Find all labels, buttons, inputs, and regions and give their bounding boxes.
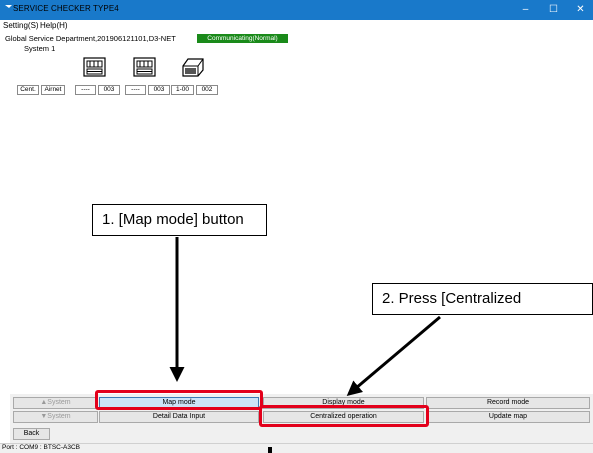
tab-cent[interactable]: Cent. xyxy=(17,85,39,95)
step2-callout: 2. Press [Centralized xyxy=(372,283,593,315)
arrow-to-centralized xyxy=(346,315,441,396)
record-mode-button[interactable]: Record mode xyxy=(426,397,590,409)
menu-help[interactable]: Help(H) xyxy=(40,21,68,30)
back-button[interactable]: Back xyxy=(13,428,50,440)
window-title: SERVICE CHECKER TYPE4 xyxy=(13,4,119,13)
update-map-button[interactable]: Update map xyxy=(426,411,590,423)
department-info: Global Service Department,201906121101,D… xyxy=(5,34,176,43)
address-box: 1-00 xyxy=(171,85,194,95)
maximize-button[interactable]: ☐ xyxy=(541,0,566,20)
menu-bar xyxy=(0,20,593,32)
detail-data-input-button[interactable]: Detail Data Input xyxy=(99,411,259,423)
indoor-unit-icon[interactable] xyxy=(82,56,107,78)
address-box: ---- xyxy=(125,85,146,95)
tab-airnet[interactable]: Airnet xyxy=(41,85,65,95)
indoor-unit-icon[interactable] xyxy=(132,56,157,78)
address-box: ---- xyxy=(75,85,96,95)
address-box: 002 xyxy=(196,85,218,95)
address-box: 003 xyxy=(98,85,120,95)
step1-callout: 1. [Map mode] button xyxy=(92,204,267,236)
map-mode-highlight xyxy=(95,390,263,410)
minimize-button[interactable]: – xyxy=(513,0,538,20)
system-up-button[interactable]: ▲System xyxy=(13,397,98,409)
app-icon xyxy=(5,5,12,8)
system-label: System 1 xyxy=(24,44,56,53)
outdoor-unit-icon[interactable] xyxy=(180,56,205,78)
address-box: 003 xyxy=(148,85,170,95)
centralized-highlight xyxy=(259,405,429,427)
port-info: Port : COM9 : BTSC-A3CB xyxy=(2,444,81,451)
menu-setting[interactable]: Setting(S) xyxy=(3,21,39,30)
communication-status-badge: Communicating(Normal) xyxy=(197,34,288,43)
status-bar xyxy=(0,443,593,453)
close-button[interactable]: ✕ xyxy=(568,0,593,20)
system-down-button[interactable]: ▼System xyxy=(13,411,98,423)
